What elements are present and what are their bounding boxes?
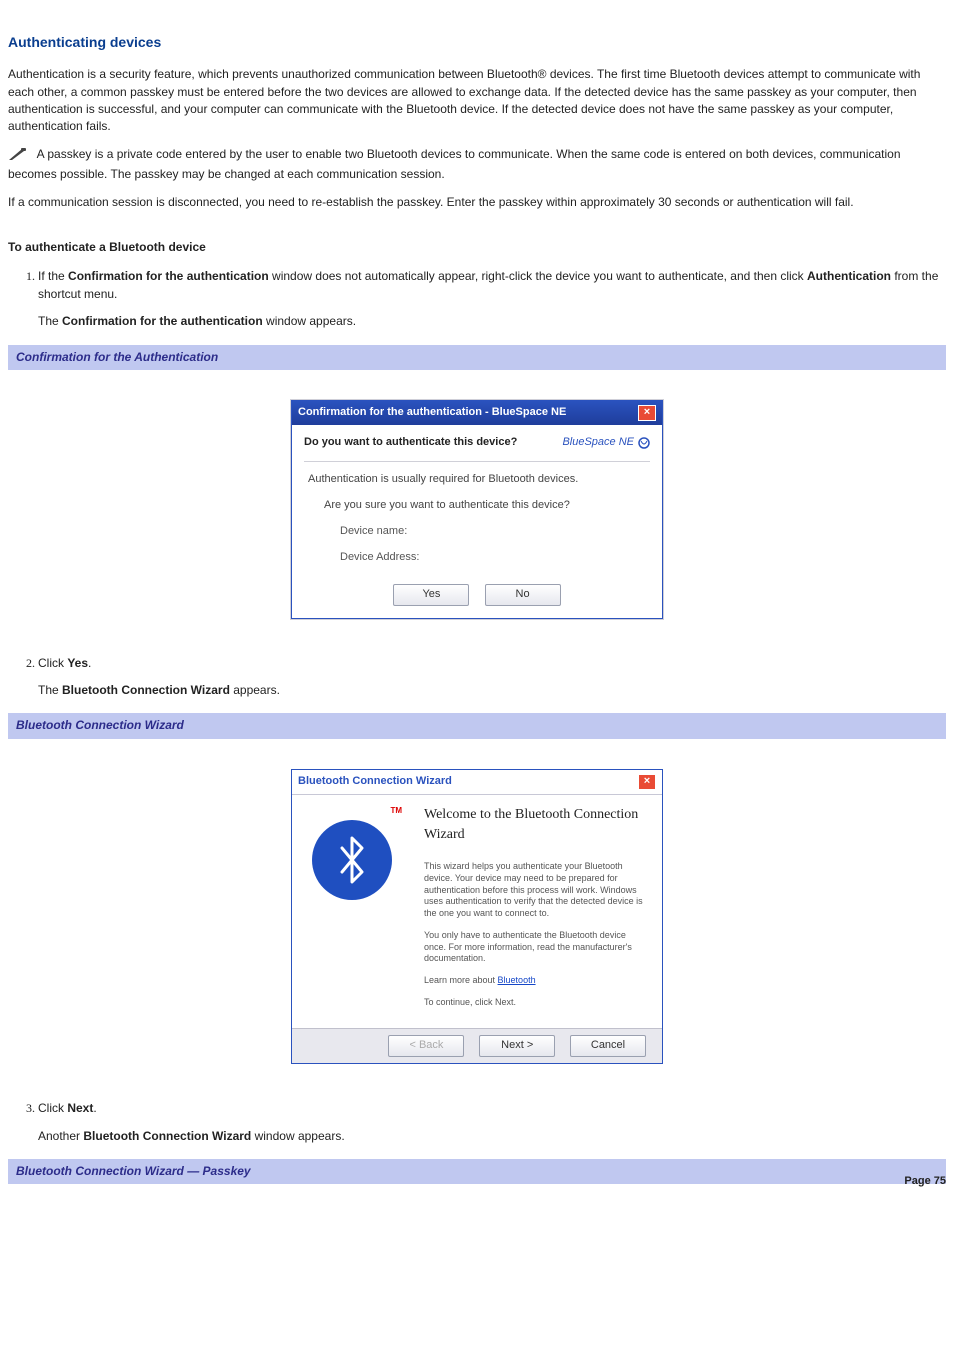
step-bold: Bluetooth Connection Wizard (83, 1129, 251, 1143)
step-text: Click (38, 1101, 67, 1115)
dialog-prompt: Do you want to authenticate this device? (304, 435, 517, 451)
trademark-label: TM (390, 805, 402, 817)
step-1: If the Confirmation for the authenticati… (38, 268, 946, 330)
step-text: The (38, 314, 62, 328)
steps-list: Click Yes. The Bluetooth Connection Wiza… (38, 655, 946, 700)
step-text: Another (38, 1129, 83, 1143)
figure-caption-1: Confirmation for the Authentication (8, 345, 946, 370)
figure-1: Confirmation for the authentication - Bl… (8, 400, 946, 619)
wizard-sidebar: TM (292, 795, 412, 1028)
wizard-learn-more: Learn more about Bluetooth (424, 975, 648, 987)
wizard-text: This wizard helps you authenticate your … (424, 861, 648, 919)
wizard-text: You only have to authenticate the Blueto… (424, 930, 648, 965)
yes-button[interactable]: Yes (393, 584, 469, 606)
device-address-label: Device Address: (340, 550, 646, 566)
bluetooth-icon (312, 820, 392, 900)
wizard-heading: Welcome to the Bluetooth Connection Wiza… (424, 805, 648, 846)
wizard-title: Bluetooth Connection Wizard (298, 774, 452, 790)
brand-icon (638, 437, 650, 449)
steps-list: Click Next. Another Bluetooth Connection… (38, 1100, 946, 1145)
step-bold: Bluetooth Connection Wizard (62, 683, 230, 697)
step-text: Click (38, 656, 67, 670)
step-text: window does not automatically appear, ri… (269, 269, 807, 283)
figure-2: Bluetooth Connection Wizard × TM Welcome… (8, 769, 946, 1064)
steps-list: If the Confirmation for the authenticati… (38, 268, 946, 330)
note-paragraph-2: If a communication session is disconnect… (8, 194, 946, 211)
step-bold: Yes (67, 656, 88, 670)
step-text: window appears. (251, 1129, 344, 1143)
close-icon[interactable]: × (638, 405, 656, 421)
device-name-label: Device name: (340, 524, 646, 540)
step-text: If the (38, 269, 68, 283)
brand-label: BlueSpace NE (562, 435, 650, 451)
note-icon (8, 147, 28, 166)
step-text: . (93, 1101, 96, 1115)
step-text: . (88, 656, 91, 670)
bluetooth-link[interactable]: Bluetooth (498, 975, 536, 985)
page-number: Page 75 (904, 1174, 946, 1190)
step-2: Click Yes. The Bluetooth Connection Wiza… (38, 655, 946, 700)
dialog-line: Are you sure you want to authenticate th… (324, 498, 646, 514)
note-paragraph: A passkey is a private code entered by t… (8, 146, 946, 184)
figure-caption-3: Bluetooth Connection Wizard — Passkey (8, 1159, 946, 1184)
close-icon[interactable]: × (638, 774, 656, 790)
step-text: appears. (230, 683, 280, 697)
step-3: Click Next. Another Bluetooth Connection… (38, 1100, 946, 1145)
procedure-heading: To authenticate a Bluetooth device (8, 239, 946, 256)
intro-paragraph: Authentication is a security feature, wh… (8, 66, 946, 136)
dialog-title: Confirmation for the authentication - Bl… (298, 405, 566, 421)
confirmation-dialog: Confirmation for the authentication - Bl… (291, 400, 663, 619)
note-text: A passkey is a private code entered by t… (8, 147, 901, 181)
step-bold: Confirmation for the authentication (68, 269, 269, 283)
wizard-continue-text: To continue, click Next. (424, 997, 648, 1009)
cancel-button[interactable]: Cancel (570, 1035, 646, 1057)
wizard-dialog: Bluetooth Connection Wizard × TM Welcome… (291, 769, 663, 1064)
step-bold: Next (67, 1101, 93, 1115)
figure-caption-2: Bluetooth Connection Wizard (8, 713, 946, 738)
back-button: < Back (388, 1035, 464, 1057)
next-button[interactable]: Next > (479, 1035, 555, 1057)
dialog-line: Authentication is usually required for B… (308, 472, 646, 488)
section-heading: Authenticating devices (8, 32, 946, 52)
step-bold: Confirmation for the authentication (62, 314, 263, 328)
no-button[interactable]: No (485, 584, 561, 606)
step-text: window appears. (263, 314, 356, 328)
step-bold: Authentication (807, 269, 891, 283)
step-text: The (38, 683, 62, 697)
